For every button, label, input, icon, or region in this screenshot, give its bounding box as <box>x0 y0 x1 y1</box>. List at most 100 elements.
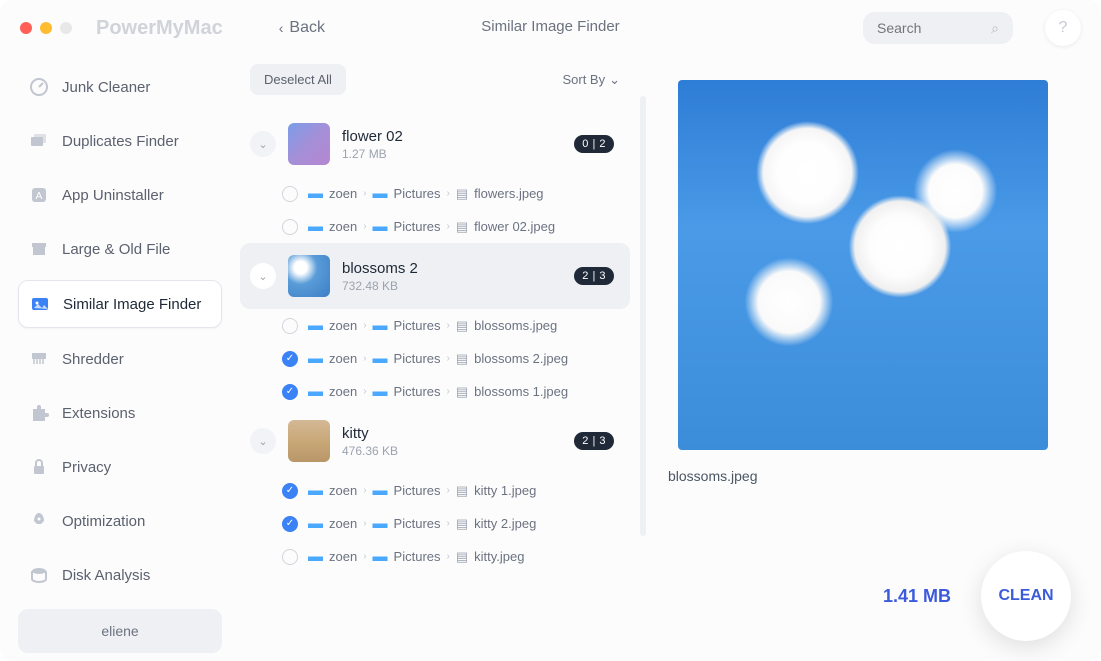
collapse-icon[interactable]: ⌄ <box>250 428 276 454</box>
sidebar-item-label: Extensions <box>62 405 135 422</box>
folder-icon: ▬ <box>373 185 388 202</box>
sidebar-item-app-uninstaller[interactable]: A App Uninstaller <box>18 172 222 218</box>
folder-icon: ▬ <box>308 383 323 400</box>
preview-filename: blossoms.jpeg <box>668 468 1061 484</box>
scrollbar-track[interactable] <box>640 96 646 536</box>
collapse-icon[interactable]: ⌄ <box>250 263 276 289</box>
collapse-icon[interactable]: ⌄ <box>250 131 276 157</box>
file-name: kitty 1.jpeg <box>474 483 536 498</box>
file-checkbox[interactable]: ✓ <box>282 384 298 400</box>
file-icon: ▤ <box>456 186 468 202</box>
file-path: ▬zoen›▬Pictures› ▤ blossoms.jpeg <box>308 317 557 334</box>
folder-icon: ▬ <box>373 218 388 235</box>
folder-icon: ▬ <box>308 185 323 202</box>
file-checkbox[interactable] <box>282 549 298 565</box>
folders-icon <box>28 130 50 152</box>
puzzle-icon <box>28 402 50 424</box>
sidebar-item-label: Duplicates Finder <box>62 133 179 150</box>
file-checkbox[interactable] <box>282 318 298 334</box>
file-name: kitty 2.jpeg <box>474 516 536 531</box>
sidebar-item-label: Similar Image Finder <box>63 296 201 313</box>
group-name: flower 02 <box>342 128 562 145</box>
file-row[interactable]: ✓ ▬zoen›▬Pictures› ▤ kitty 1.jpeg <box>240 474 630 507</box>
minimize-window-button[interactable] <box>40 22 52 34</box>
user-pill[interactable]: eliene <box>18 609 222 653</box>
file-icon: ▤ <box>456 219 468 235</box>
file-checkbox[interactable] <box>282 219 298 235</box>
rocket-icon <box>28 510 50 532</box>
app-icon: A <box>28 184 50 206</box>
sidebar-item-extensions[interactable]: Extensions <box>18 390 222 436</box>
sort-by-dropdown[interactable]: Sort By ⌄ <box>562 72 620 88</box>
file-row[interactable]: ▬zoen›▬Pictures› ▤ kitty.jpeg <box>240 540 630 573</box>
search-box[interactable]: ⌕ <box>863 12 1013 44</box>
sidebar-item-optimization[interactable]: Optimization <box>18 498 222 544</box>
file-name: flower 02.jpeg <box>474 219 555 234</box>
file-checkbox[interactable]: ✓ <box>282 483 298 499</box>
file-checkbox[interactable] <box>282 186 298 202</box>
search-input[interactable] <box>877 20 991 36</box>
file-name: blossoms.jpeg <box>474 318 557 333</box>
folder-icon: ▬ <box>373 317 388 334</box>
sidebar-item-shredder[interactable]: Shredder <box>18 336 222 382</box>
file-path: ▬zoen›▬Pictures› ▤ blossoms 1.jpeg <box>308 383 568 400</box>
file-checkbox[interactable]: ✓ <box>282 516 298 532</box>
preview-image <box>678 80 1048 450</box>
file-row[interactable]: ▬zoen›▬Pictures› ▤ flowers.jpeg <box>240 177 630 210</box>
archive-icon <box>28 238 50 260</box>
group-size: 1.27 MB <box>342 147 562 161</box>
folder-icon: ▬ <box>308 317 323 334</box>
sidebar-item-label: Junk Cleaner <box>62 79 150 96</box>
sort-by-label: Sort By <box>562 72 605 87</box>
help-button[interactable]: ? <box>1045 10 1081 46</box>
sidebar-item-similar-image[interactable]: Similar Image Finder <box>18 280 222 328</box>
disk-icon <box>28 564 50 586</box>
back-button[interactable]: ‹ Back <box>279 19 325 37</box>
file-icon: ▤ <box>456 483 468 499</box>
clean-button[interactable]: CLEAN <box>981 551 1071 641</box>
group-thumbnail <box>288 420 330 462</box>
file-name: blossoms 1.jpeg <box>474 384 568 399</box>
group-header[interactable]: ⌄ kitty 476.36 KB 2 | 3 <box>240 408 630 474</box>
page-title: Similar Image Finder <box>481 18 619 35</box>
file-row[interactable]: ✓ ▬zoen›▬Pictures› ▤ blossoms 1.jpeg <box>240 375 630 408</box>
sidebar-item-large-old[interactable]: Large & Old File <box>18 226 222 272</box>
selection-badge: 2 | 3 <box>574 267 614 285</box>
sidebar-item-junk-cleaner[interactable]: Junk Cleaner <box>18 64 222 110</box>
folder-icon: ▬ <box>373 383 388 400</box>
file-row[interactable]: ✓ ▬zoen›▬Pictures› ▤ kitty 2.jpeg <box>240 507 630 540</box>
folder-icon: ▬ <box>308 548 323 565</box>
list-pane: Deselect All Sort By ⌄ ⌄ flower 02 1.27 … <box>240 56 640 661</box>
selection-badge: 2 | 3 <box>574 432 614 450</box>
file-path: ▬zoen›▬Pictures› ▤ blossoms 2.jpeg <box>308 350 568 367</box>
folder-icon: ▬ <box>308 515 323 532</box>
sidebar-item-label: Large & Old File <box>62 241 170 258</box>
preview-pane: blossoms.jpeg 1.41 MB CLEAN <box>640 56 1101 661</box>
folder-icon: ▬ <box>308 482 323 499</box>
sidebar-item-disk-analysis[interactable]: Disk Analysis <box>18 552 222 598</box>
file-row[interactable]: ▬zoen›▬Pictures› ▤ blossoms.jpeg <box>240 309 630 342</box>
group-header[interactable]: ⌄ flower 02 1.27 MB 0 | 2 <box>240 111 630 177</box>
sidebar-item-label: Shredder <box>62 351 124 368</box>
file-path: ▬zoen›▬Pictures› ▤ kitty.jpeg <box>308 548 525 565</box>
folder-icon: ▬ <box>308 218 323 235</box>
search-icon: ⌕ <box>991 20 999 37</box>
file-row[interactable]: ✓ ▬zoen›▬Pictures› ▤ blossoms 2.jpeg <box>240 342 630 375</box>
folder-icon: ▬ <box>373 548 388 565</box>
lock-icon <box>28 456 50 478</box>
close-window-button[interactable] <box>20 22 32 34</box>
sidebar-item-label: Disk Analysis <box>62 567 150 584</box>
folder-icon: ▬ <box>373 350 388 367</box>
deselect-all-button[interactable]: Deselect All <box>250 64 346 95</box>
sidebar: Junk Cleaner Duplicates Finder A App Uni… <box>0 56 240 661</box>
app-name: PowerMyMac <box>96 17 223 40</box>
maximize-window-button[interactable] <box>60 22 72 34</box>
folder-icon: ▬ <box>373 515 388 532</box>
file-row[interactable]: ▬zoen›▬Pictures› ▤ flower 02.jpeg <box>240 210 630 243</box>
group-thumbnail <box>288 255 330 297</box>
file-name: kitty.jpeg <box>474 549 524 564</box>
sidebar-item-duplicates[interactable]: Duplicates Finder <box>18 118 222 164</box>
file-checkbox[interactable]: ✓ <box>282 351 298 367</box>
sidebar-item-privacy[interactable]: Privacy <box>18 444 222 490</box>
group-header[interactable]: ⌄ blossoms 2 732.48 KB 2 | 3 <box>240 243 630 309</box>
